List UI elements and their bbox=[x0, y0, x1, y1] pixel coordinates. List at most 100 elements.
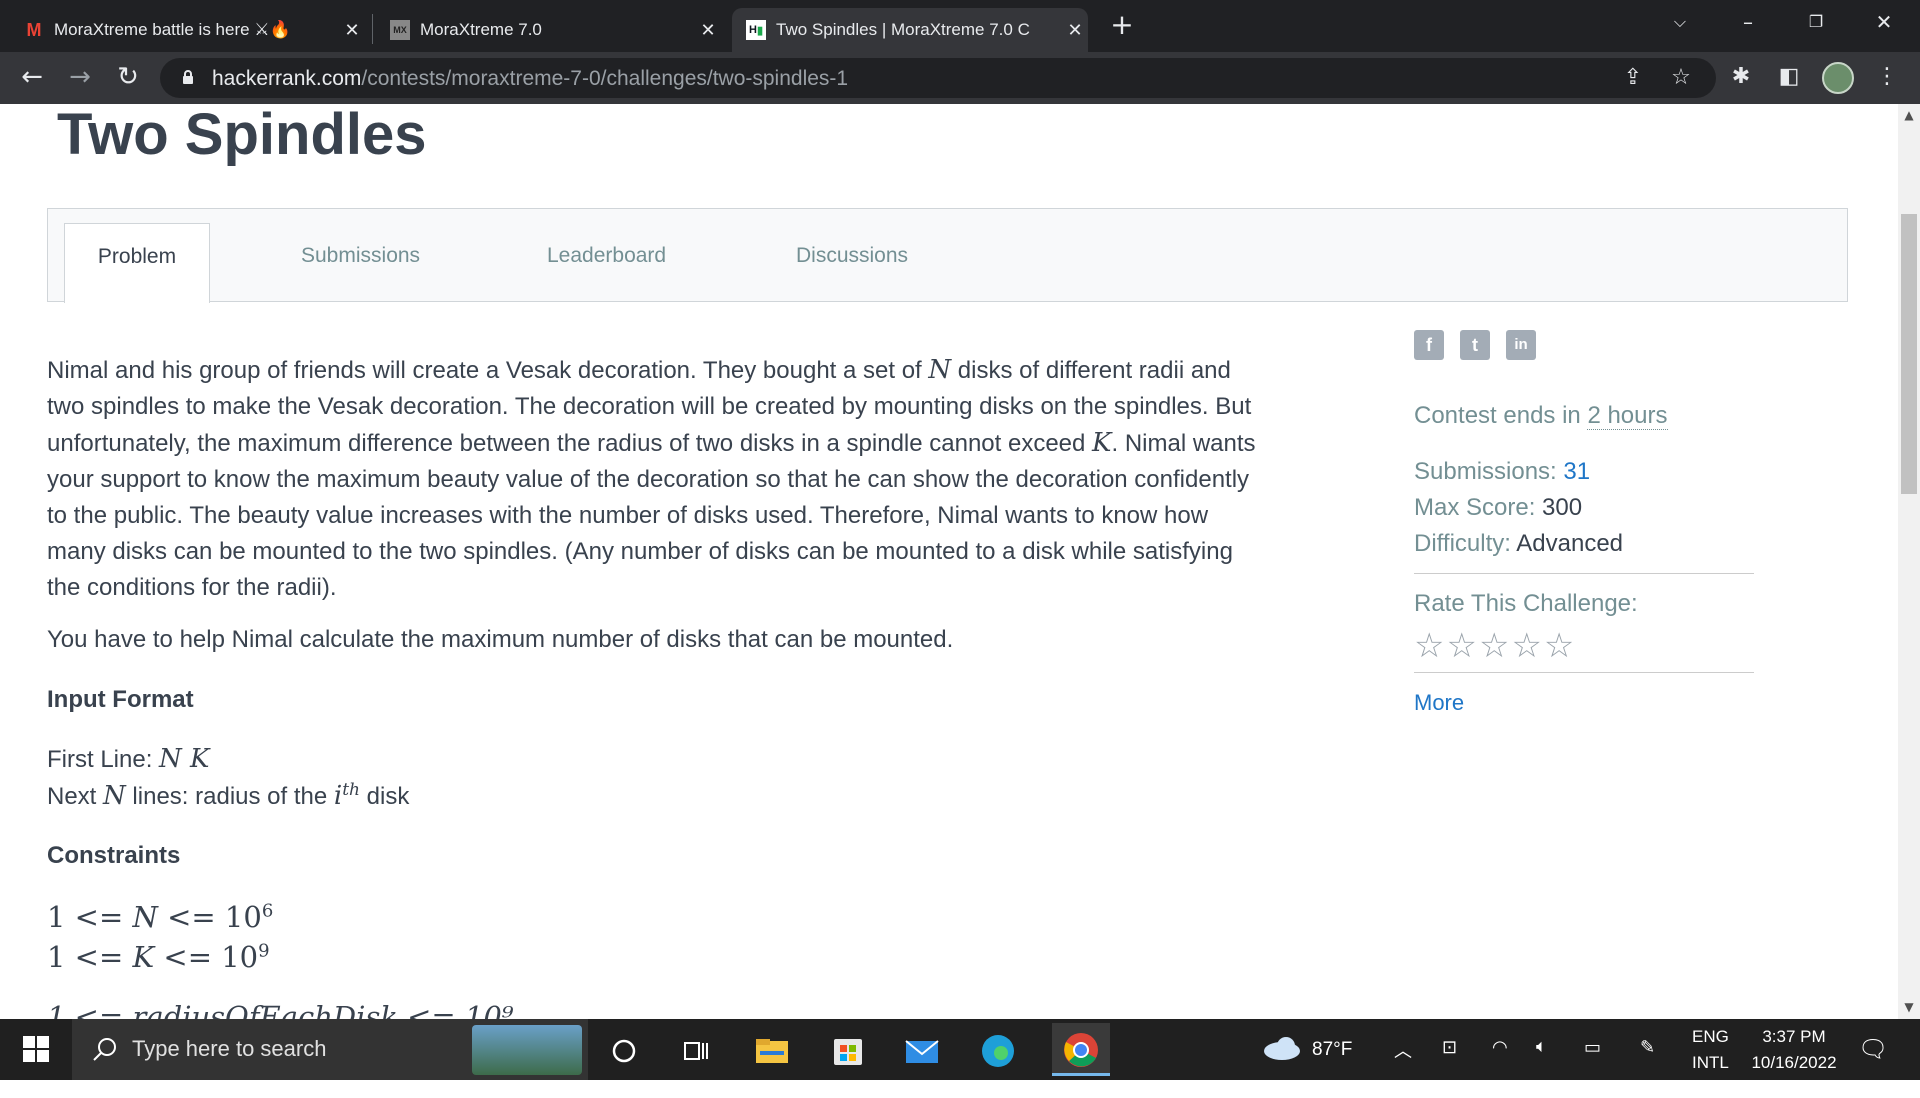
problem-description: Nimal and his group of friends will crea… bbox=[47, 352, 1257, 606]
browser-tab-moraxtreme[interactable]: MX MoraXtreme 7.0 ✕ bbox=[376, 8, 721, 52]
pen-icon[interactable]: ✎ bbox=[1640, 1037, 1655, 1098]
constraint-rhs: <= 10 bbox=[157, 900, 262, 934]
new-tab-button[interactable]: + bbox=[1108, 8, 1136, 44]
contest-ends: Contest ends in 2 hours bbox=[1414, 402, 1668, 430]
submissions-label: Submissions: bbox=[1414, 458, 1564, 485]
page-title: Two Spindles bbox=[57, 104, 427, 167]
chrome-icon[interactable] bbox=[1052, 1023, 1110, 1076]
volume-icon[interactable]: 🔈︎ bbox=[1536, 1036, 1547, 1097]
math-superscript: 6 bbox=[261, 900, 274, 922]
clock-time: 3:37 PM bbox=[1762, 1027, 1826, 1046]
taskbar-search[interactable]: Type here to search bbox=[72, 1019, 588, 1080]
rate-challenge-label: Rate This Challenge: bbox=[1414, 590, 1638, 617]
start-button[interactable] bbox=[0, 1019, 72, 1080]
next-line-label: Next bbox=[47, 783, 104, 810]
address-bar[interactable]: hackerrank.com/contests/moraxtreme-7-0/c… bbox=[160, 58, 1716, 98]
contest-ends-label: Contest ends in bbox=[1414, 402, 1588, 429]
constraint-lhs: 1 <= bbox=[47, 900, 133, 934]
windows-icon bbox=[23, 1036, 49, 1062]
avatar[interactable] bbox=[1822, 62, 1854, 94]
browser-tab-title: MoraXtreme 7.0 bbox=[420, 20, 542, 39]
math-variable: N bbox=[103, 781, 126, 811]
rating-stars[interactable]: ☆☆☆☆☆ bbox=[1414, 626, 1576, 666]
clock[interactable]: 3:37 PM 10/16/2022 bbox=[1742, 1019, 1846, 1080]
difficulty-label: Difficulty: bbox=[1414, 530, 1517, 557]
math-superscript: th bbox=[342, 780, 360, 800]
search-icon bbox=[93, 1038, 116, 1061]
next-line-rest: lines: radius of the bbox=[125, 783, 334, 810]
battery-icon[interactable]: ▭ bbox=[1584, 1037, 1601, 1098]
tab-leaderboard[interactable]: Leaderboard bbox=[547, 209, 666, 302]
math-variable: i bbox=[333, 781, 343, 811]
close-icon[interactable]: ✕ bbox=[1062, 20, 1088, 41]
hackerrank-icon: H ▮ bbox=[746, 20, 766, 40]
reload-button[interactable]: ↻ bbox=[112, 62, 144, 94]
facebook-icon[interactable]: f bbox=[1414, 330, 1444, 360]
constraint-radius-partial: 1 <= radiusOfEachDisk <= 10⁹ bbox=[47, 1000, 514, 1019]
difficulty: Difficulty: Advanced bbox=[1414, 530, 1623, 558]
mail-icon[interactable] bbox=[902, 1031, 942, 1071]
chevron-up-icon[interactable]: ︿ bbox=[1394, 1037, 1412, 1098]
edge-icon[interactable] bbox=[978, 1031, 1018, 1071]
close-window-button[interactable]: ✕ bbox=[1854, 0, 1914, 44]
cloud-icon bbox=[1264, 1037, 1300, 1060]
task-view-icon[interactable] bbox=[676, 1031, 716, 1071]
challenge-tabs: Problem Submissions Leaderboard Discussi… bbox=[47, 208, 1848, 303]
meet-now-icon[interactable]: ⊡ bbox=[1442, 1037, 1457, 1098]
tab-search-icon[interactable]: ⌵ bbox=[1650, 0, 1710, 44]
scrollbar-thumb[interactable] bbox=[1901, 214, 1917, 494]
forward-button[interactable]: → bbox=[64, 62, 96, 94]
linkedin-icon[interactable]: in bbox=[1506, 330, 1536, 360]
twitter-icon[interactable]: t bbox=[1460, 330, 1490, 360]
math-variable: K bbox=[132, 940, 155, 974]
submissions-count: Submissions: 31 bbox=[1414, 458, 1590, 486]
url-path: /contests/moraxtreme-7-0/challenges/two-… bbox=[361, 67, 849, 90]
browser-tab-two-spindles[interactable]: H ▮ Two Spindles | MoraXtreme 7.0 C ✕ bbox=[732, 8, 1088, 52]
input-format-heading: Input Format bbox=[47, 686, 194, 713]
menu-icon[interactable]: ⋮ bbox=[1874, 64, 1900, 90]
side-panel-icon[interactable]: ◧ bbox=[1776, 64, 1802, 90]
close-icon[interactable]: ✕ bbox=[339, 20, 365, 41]
temperature: 87°F bbox=[1312, 1039, 1353, 1060]
share-icon[interactable]: ⇪ bbox=[1620, 65, 1646, 91]
windows-taskbar: Type here to search 87°F ︿ ⊡ ◠ 🔈︎ ▭ ✎ EN… bbox=[0, 1019, 1920, 1080]
browser-tab-title: MoraXtreme battle is here ⚔🔥 bbox=[54, 20, 291, 39]
max-score-value: 300 bbox=[1542, 494, 1583, 521]
notifications-icon[interactable]: 🗨︎ bbox=[1858, 1035, 1888, 1096]
wifi-icon[interactable]: ◠ bbox=[1492, 1037, 1508, 1098]
close-icon[interactable]: ✕ bbox=[695, 20, 721, 41]
browser-tab-strip: M MoraXtreme battle is here ⚔🔥 ✕ MX Mora… bbox=[0, 0, 1920, 52]
scrollbar[interactable]: ▲ ▼ bbox=[1898, 104, 1920, 1019]
more-link[interactable]: More bbox=[1414, 676, 1464, 716]
gmail-icon: M bbox=[26, 19, 42, 40]
page-content: Two Spindles Problem Submissions Leaderb… bbox=[0, 104, 1898, 1019]
difficulty-value: Advanced bbox=[1516, 530, 1624, 557]
scroll-down-icon[interactable]: ▼ bbox=[1898, 1000, 1920, 1014]
extensions-icon[interactable]: ✱ bbox=[1728, 64, 1754, 90]
scroll-up-icon[interactable]: ▲ bbox=[1898, 108, 1920, 122]
back-button[interactable]: ← bbox=[16, 62, 48, 94]
constraints-heading: Constraints bbox=[47, 842, 181, 869]
moraxtreme-icon: MX bbox=[390, 20, 410, 40]
browser-tab-gmail[interactable]: M MoraXtreme battle is here ⚔🔥 ✕ bbox=[10, 8, 365, 52]
divider bbox=[1414, 573, 1754, 574]
math-variable: K bbox=[1092, 428, 1112, 458]
math-variable: N K bbox=[159, 744, 210, 774]
first-line-label: First Line: bbox=[47, 746, 160, 773]
tab-submissions[interactable]: Submissions bbox=[301, 209, 420, 302]
clock-date: 10/16/2022 bbox=[1751, 1053, 1837, 1072]
file-explorer-icon[interactable] bbox=[752, 1031, 792, 1071]
max-score: Max Score: 300 bbox=[1414, 494, 1582, 522]
star-icon[interactable]: ☆ bbox=[1668, 65, 1694, 91]
tab-discussions[interactable]: Discussions bbox=[796, 209, 908, 302]
minimize-button[interactable]: – bbox=[1718, 0, 1778, 44]
cortana-icon[interactable] bbox=[604, 1031, 644, 1071]
restore-button[interactable]: ❐ bbox=[1786, 0, 1846, 44]
tab-problem[interactable]: Problem bbox=[64, 223, 210, 303]
microsoft-store-icon[interactable] bbox=[828, 1031, 868, 1071]
submissions-value[interactable]: 31 bbox=[1563, 458, 1590, 485]
next-line-end: disk bbox=[360, 783, 410, 810]
divider bbox=[1414, 672, 1754, 673]
constraint-n: 1 <= N <= 106 bbox=[47, 900, 273, 934]
input-next-lines: Next N lines: radius of the ith disk bbox=[47, 780, 409, 811]
